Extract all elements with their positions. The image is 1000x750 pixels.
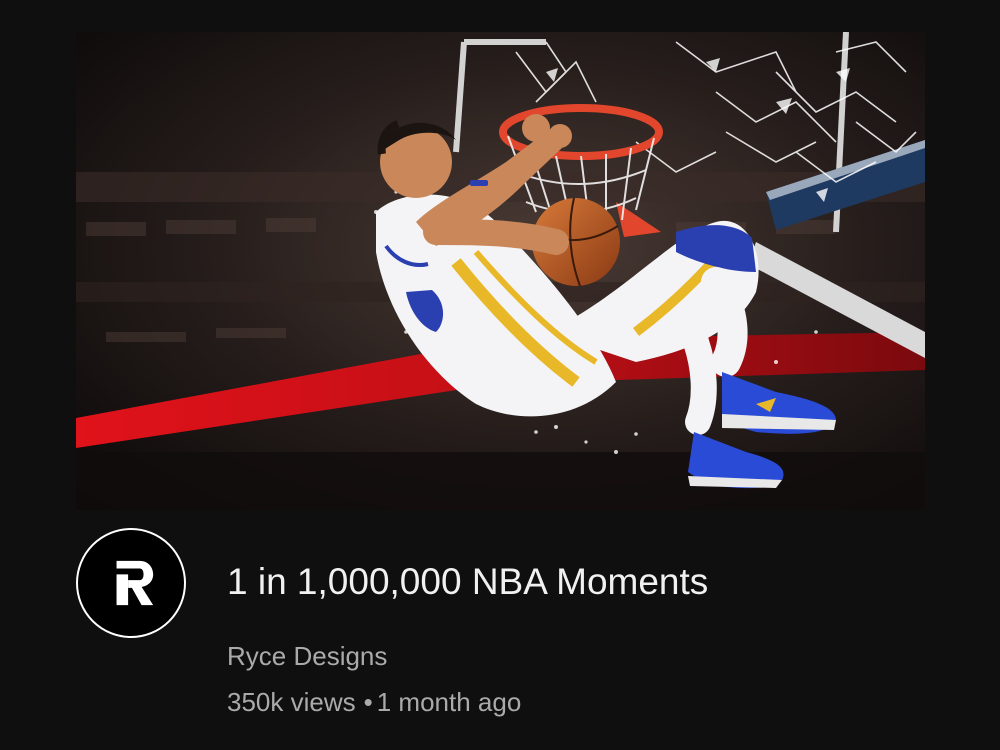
view-count: 350k views bbox=[227, 687, 356, 717]
video-thumbnail[interactable] bbox=[76, 32, 925, 510]
video-details: 1 in 1,000,000 NBA Moments Ryce Designs … bbox=[76, 528, 925, 728]
channel-avatar[interactable] bbox=[76, 528, 186, 638]
metadata-separator: • bbox=[363, 687, 373, 717]
video-metadata: 350k views • 1 month ago bbox=[227, 684, 521, 720]
channel-name[interactable]: Ryce Designs bbox=[227, 638, 387, 674]
video-card: 1 in 1,000,000 NBA Moments Ryce Designs … bbox=[0, 0, 1000, 750]
video-title[interactable]: 1 in 1,000,000 NBA Moments bbox=[227, 558, 708, 606]
upload-age: 1 month ago bbox=[376, 687, 522, 717]
thumbnail-image bbox=[76, 32, 925, 510]
channel-logo-r-icon bbox=[116, 560, 154, 606]
